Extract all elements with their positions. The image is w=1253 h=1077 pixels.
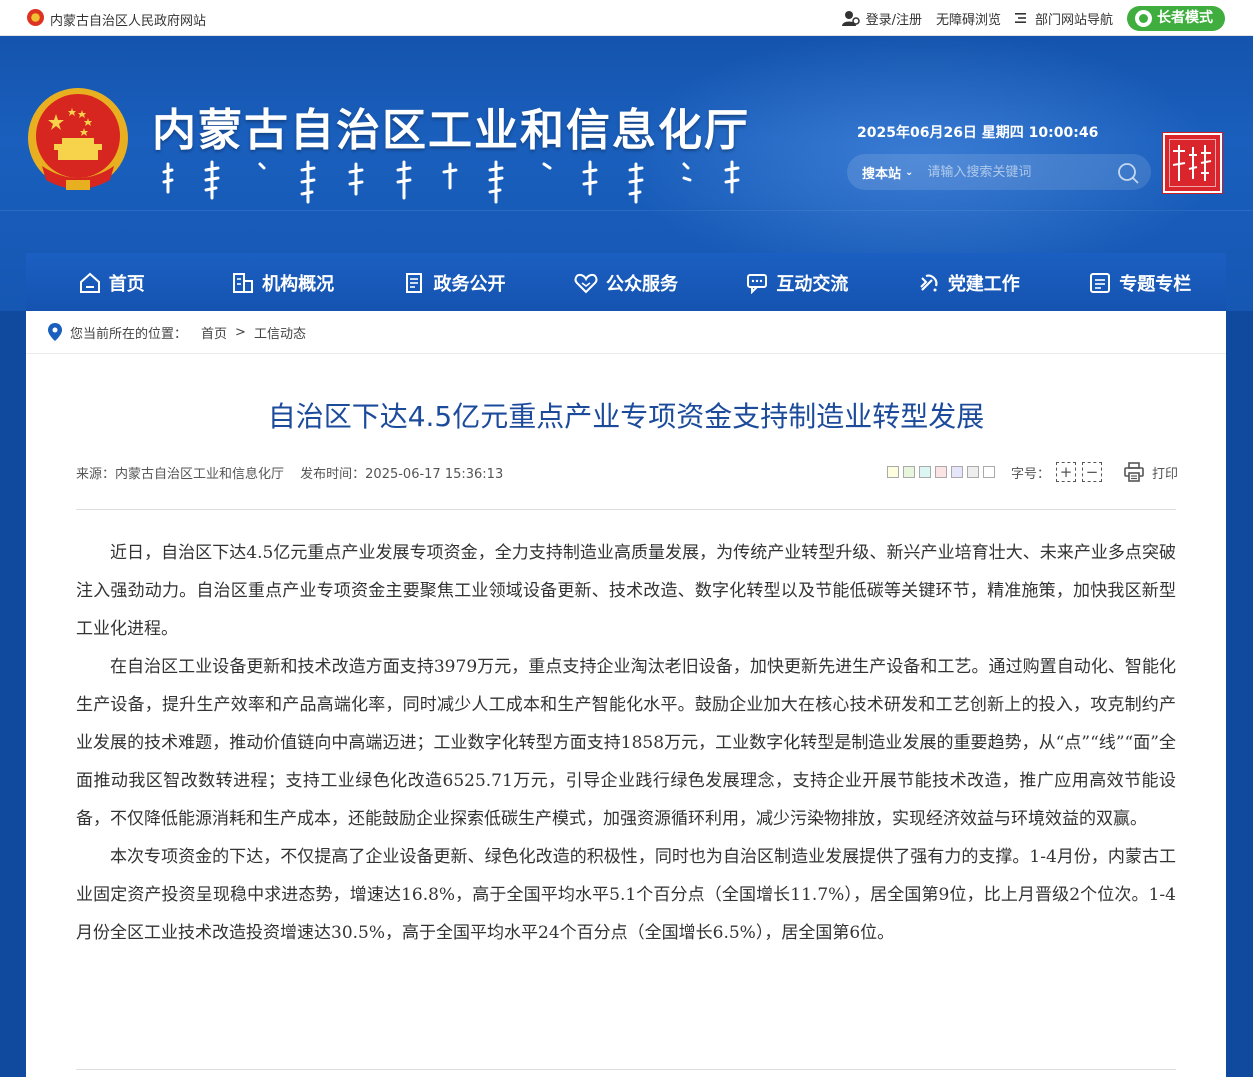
top-bar: 内蒙古自治区人民政府网站 登录/注册 无障碍浏览 部门网站导航 长者模式 [0,0,1253,36]
list-icon [1090,273,1111,293]
nav-item-special-column[interactable]: 专题专栏 [1055,253,1226,311]
login-link[interactable]: 登录/注册 [841,9,922,28]
article-body: 近日，自治区下达4.5亿元重点产业发展专项资金，全力支持制造业高质量发展，为传统… [76,534,1176,952]
nav-item-party-building[interactable]: 党建工作 [883,253,1054,311]
site-search: 搜本站 ⌄ [847,154,1151,190]
document-icon [405,273,422,293]
bg-color-swatch-pink[interactable] [934,466,947,478]
nav-item-public-service[interactable]: 公众服务 [540,253,711,311]
breadcrumb-current-link[interactable]: 工信动态 [254,323,306,342]
font-decrease-button[interactable]: − [1081,462,1102,482]
article-tools: 字号： + − 打印 [886,462,1178,482]
bg-color-swatch-gray[interactable] [966,466,979,478]
seal-script-icon [1172,145,1212,181]
content-panel: 您当前所在的位置： 首页 > 工信动态 自治区下达4.5亿元重点产业专项资金支持… [26,311,1226,1077]
heart-hand-icon [574,273,598,294]
article-meta: 来源：内蒙古自治区工业和信息化厅 发布时间：2025-06-17 15:36:1… [76,463,515,482]
search-input[interactable] [927,157,1108,187]
article-paragraph: 近日，自治区下达4.5亿元重点产业发展专项资金，全力支持制造业高质量发展，为传统… [76,543,1176,639]
chat-icon [747,274,768,294]
accessible-browse-link[interactable]: 无障碍浏览 [936,9,1001,28]
breadcrumb-prefix: 您当前所在的位置： [70,326,188,342]
font-increase-button[interactable]: + [1055,462,1076,482]
nav-item-institution[interactable]: 机构概况 [197,253,368,311]
location-pin-icon [48,323,62,341]
nav-item-interaction[interactable]: 互动交流 [712,253,883,311]
bg-color-swatch-white[interactable] [982,466,995,478]
printer-icon [1124,462,1144,482]
search-scope-select[interactable]: 搜本站 ⌄ [862,163,913,182]
bottom-divider [76,1069,1176,1070]
user-icon [841,11,860,26]
article-title: 自治区下达4.5亿元重点产业专项资金支持制造业转型发展 [267,400,985,433]
gov-site-link[interactable]: 内蒙古自治区人民政府网站 [50,10,206,29]
article-paragraph: 本次专项资金的下达，不仅提高了企业设备更新、绿色化改造的积极性，同时也为自治区制… [76,847,1176,943]
current-datetime: 2025年06月26日 星期四 10:00:46 [857,125,1099,141]
nav-item-government-affairs[interactable]: 政务公开 [369,253,540,311]
bg-color-swatch-cyan[interactable] [918,466,931,478]
elder-mode-button[interactable]: 长者模式 [1127,5,1225,31]
bg-color-swatch-green[interactable] [902,466,915,478]
top-links: 登录/注册 无障碍浏览 部门网站导航 长者模式 [828,5,1225,31]
main-nav: 首页 机构概况 政务公开 公众服务 互动交流 党建工作 专题专栏 [26,253,1226,311]
breadcrumb-separator: > [235,324,246,340]
national-emblem-small-icon[interactable] [27,9,44,26]
party-emblem-icon [920,274,938,292]
article-source: 来源：内蒙古自治区工业和信息化厅 [76,467,285,482]
department-title: 内蒙古自治区工业和信息化厅 [152,105,750,156]
bg-color-swatch-lavender[interactable] [950,466,963,478]
elder-mode-icon [1135,9,1152,27]
chevron-down-icon: ⌄ [905,166,914,178]
building-icon [233,273,254,293]
search-icon[interactable] [1117,162,1139,184]
mongolian-script-title [162,160,740,204]
menu-icon [1014,13,1026,23]
breadcrumb: 您当前所在的位置： 首页 > 工信动态 [26,311,1226,354]
article-paragraph: 在自治区工业设备更新和技术改造方面支持3979万元，重点支持企业淘汰老旧设备，加… [76,657,1176,829]
home-icon [79,272,100,293]
title-divider [76,509,1176,510]
print-button[interactable]: 打印 [1124,462,1178,482]
national-emblem-icon [28,88,128,190]
article-publish-time: 发布时间：2025-06-17 15:36:13 [300,467,504,482]
mongolian-seal-logo [1163,133,1222,193]
bg-color-swatch-yellow[interactable] [886,466,899,478]
dept-nav-link[interactable]: 部门网站导航 [1014,9,1113,28]
breadcrumb-home-link[interactable]: 首页 [201,323,227,342]
nav-item-home[interactable]: 首页 [26,253,197,311]
font-size-label: 字号： [1010,466,1050,482]
